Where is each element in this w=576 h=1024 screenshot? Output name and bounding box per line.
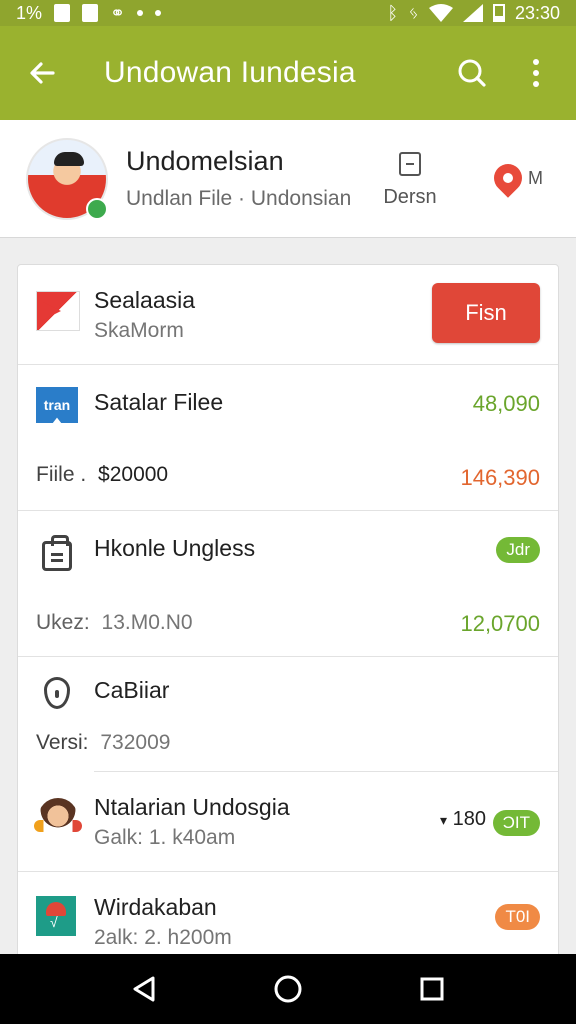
more-options-button[interactable] <box>516 53 556 93</box>
app-bar: Undowan Iundesia <box>0 26 576 120</box>
bluetooth-icon: ᛒ <box>387 2 399 23</box>
person-avatar-icon <box>34 798 82 838</box>
versi-value: 732009 <box>100 731 171 754</box>
shield-notification-icon <box>82 4 99 22</box>
list-item-sealaasia[interactable]: Sealaasia SkaMorm Fisn <box>18 265 558 365</box>
app-title: Undowan Iundesia <box>104 56 356 89</box>
system-nav-bar <box>0 954 576 1024</box>
ukez-value: 13.M0.N0 <box>101 611 193 634</box>
clock: 23:30 <box>514 2 560 23</box>
back-button[interactable] <box>20 51 64 95</box>
vibrate-icon: ᛃ <box>408 2 419 23</box>
list-item-hkonle[interactable]: Hkonle Ungless Jdr Ukez: 13.M0.N0 12,070… <box>18 511 558 657</box>
list-item-wirdakaban[interactable]: Wirdakaban 2alk: 2. h200m T0I <box>18 872 558 963</box>
location-pin-icon <box>488 158 528 198</box>
square-recents-icon <box>420 977 444 1001</box>
status-pill: Jdr <box>496 537 540 563</box>
list-item-subtitle: SkaMorm <box>94 319 184 342</box>
more-vertical-icon <box>533 59 539 87</box>
avatar[interactable] <box>26 137 108 220</box>
list-item-title: Sealaasia <box>94 287 196 313</box>
list-item-title: Ntalarian Undosgia <box>94 794 290 820</box>
profile-name: Undomelsian <box>126 146 284 176</box>
arrow-left-icon <box>30 62 55 84</box>
value: 12,0700 <box>460 611 540 636</box>
status-pill: ƆIT <box>492 810 540 836</box>
list-item-subtitle: Galk: 1. k40am <box>94 826 236 849</box>
file-label: Fiile . <box>36 463 87 486</box>
signal-icon <box>462 4 483 22</box>
battery-percent: 1% <box>16 2 43 23</box>
nav-recents-button[interactable] <box>402 959 462 1019</box>
status-pill: T0I <box>495 904 540 930</box>
list-item-cabiiar[interactable]: CaBiiar Versi: 732009 <box>18 657 558 773</box>
list-item-satalar[interactable]: tran Satalar Filee 48,090 Fiile . $20000… <box>18 365 558 511</box>
list-item-subtitle: 2alk: 2. h200m <box>94 926 232 949</box>
search-icon <box>458 59 486 87</box>
list-item-title: Satalar Filee <box>94 389 224 415</box>
nav-home-button[interactable] <box>258 959 318 1019</box>
location-button[interactable]: M <box>488 158 543 198</box>
verified-badge-icon <box>86 197 108 220</box>
list-item-ntalarian[interactable]: Ntalarian Undosgia Galk: 1. k40am ▾ 180 … <box>18 772 558 872</box>
status-bar: 1% ⚭ ᛒ ᛃ 23:30 <box>0 0 576 26</box>
dersn-label: Dersn <box>383 186 437 208</box>
link-icon: ⚭ <box>110 2 126 23</box>
value-top: 48,090 <box>472 391 540 416</box>
ukez-label: Ukez: <box>36 611 90 634</box>
document-icon <box>399 152 421 176</box>
item-list-card: Sealaasia SkaMorm Fisn tran Satalar File… <box>17 264 559 964</box>
list-item-title: Wirdakaban <box>94 894 217 920</box>
value-bottom: 146,390 <box>460 465 540 490</box>
item-thumbnail-icon <box>36 896 76 936</box>
trend-icon: ▾ <box>440 812 448 828</box>
tran-badge-icon: tran <box>36 387 78 423</box>
amount: $20000 <box>98 463 169 486</box>
dot-icon <box>137 10 144 16</box>
list-item-title: CaBiiar <box>94 677 170 703</box>
dersn-button[interactable]: Dersn <box>382 152 438 209</box>
circle-home-icon <box>274 975 302 1003</box>
notification-icon <box>54 4 71 22</box>
dot-icon <box>155 10 162 16</box>
triangle-back-icon <box>133 976 155 1002</box>
shield-icon <box>44 677 70 709</box>
mi-label: M <box>528 167 543 188</box>
profile-subtitle: Undlan File · Undonsian <box>126 187 352 210</box>
battery-icon <box>492 4 505 22</box>
flag-icon <box>36 291 80 331</box>
nav-back-button[interactable] <box>114 959 174 1019</box>
wifi-icon <box>428 4 453 22</box>
list-item-title: Hkonle Ungless <box>94 535 256 561</box>
search-button[interactable] <box>452 53 492 93</box>
profile-header: Undomelsian Undlan File · Undonsian Ders… <box>0 120 576 238</box>
count: 180 <box>452 808 486 830</box>
clipboard-icon <box>42 535 72 571</box>
fisn-button[interactable]: Fisn <box>432 283 540 343</box>
versi-label: Versi: <box>36 731 89 754</box>
